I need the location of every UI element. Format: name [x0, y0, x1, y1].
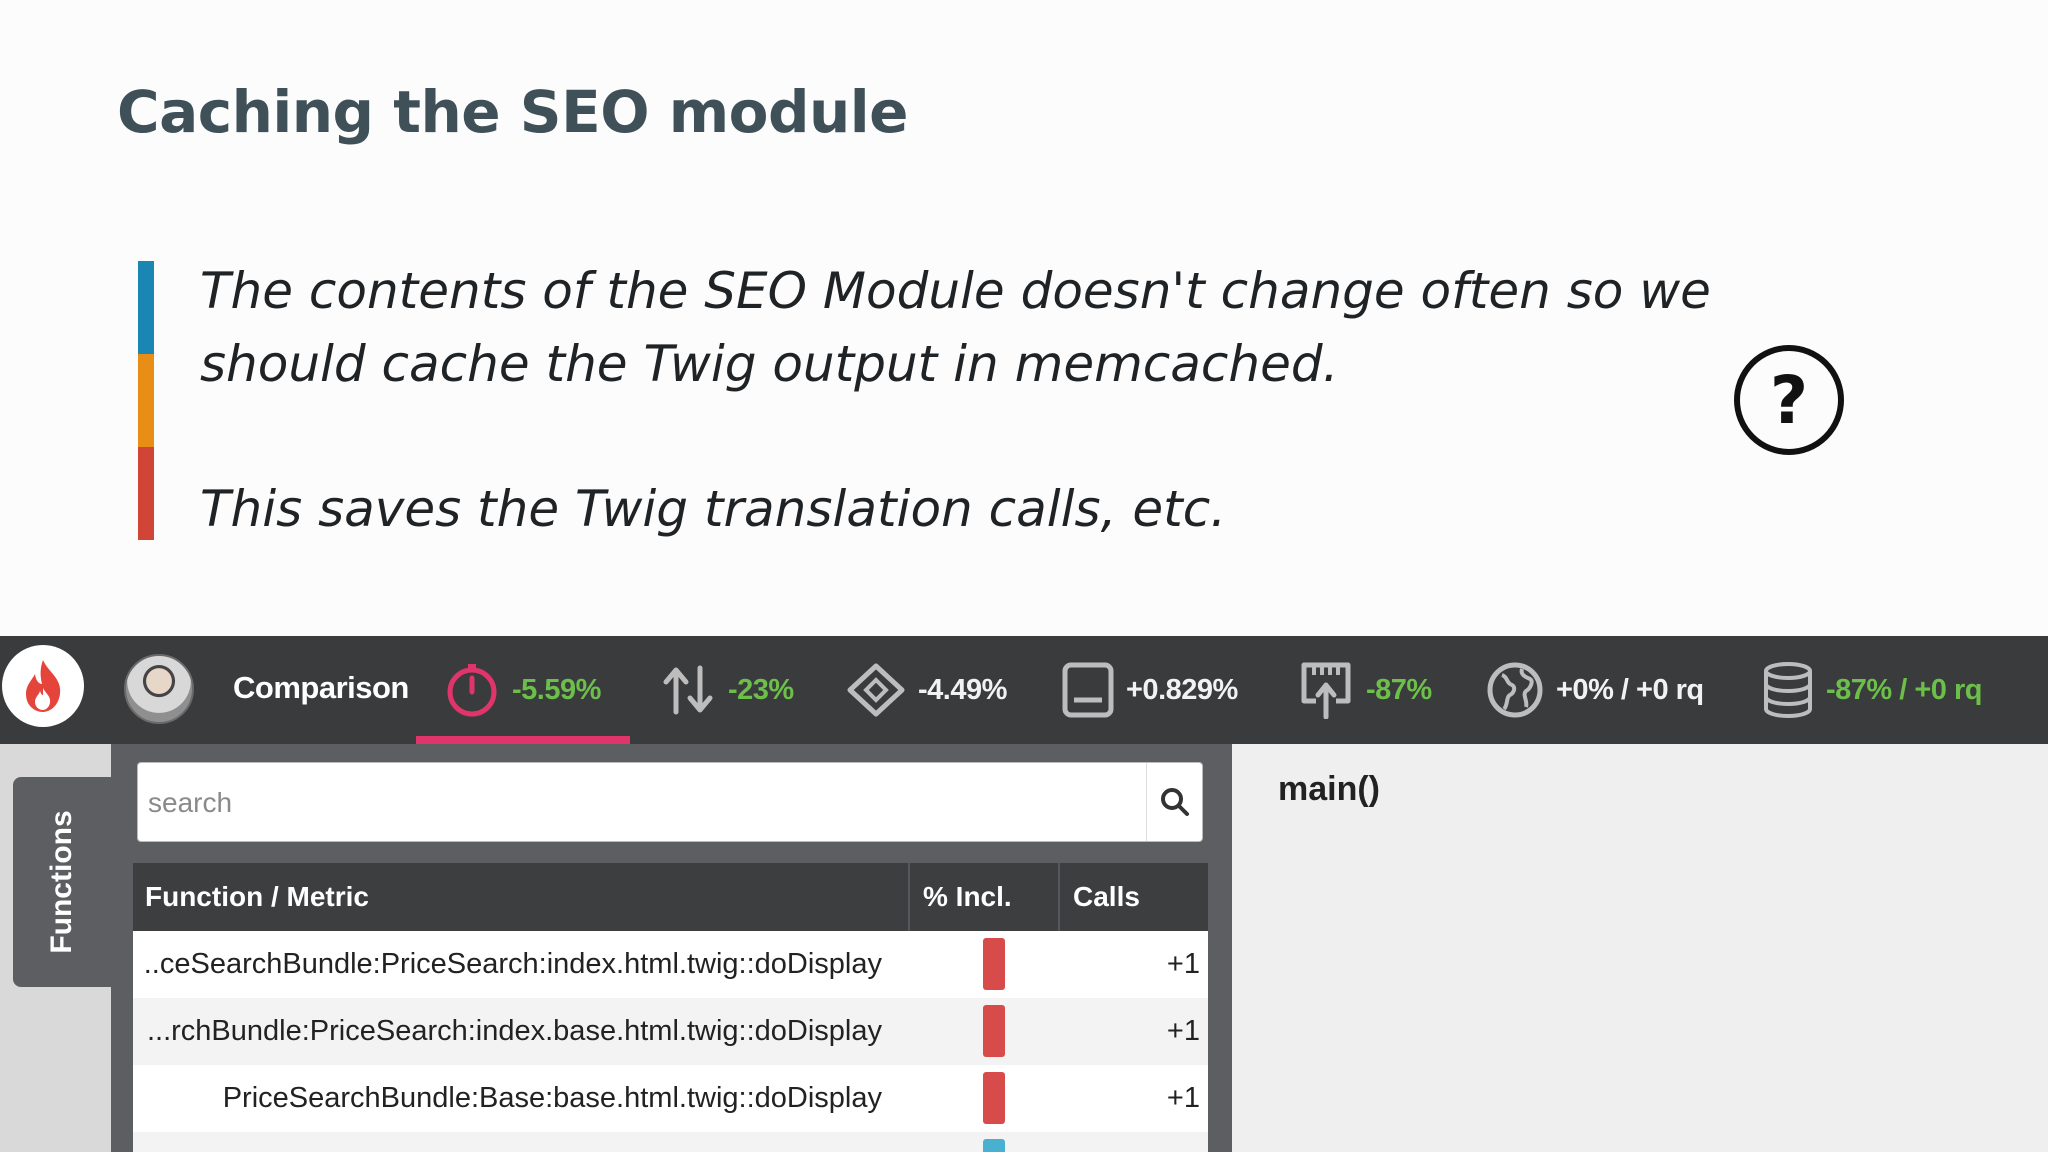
quote-bar-segment-orange — [138, 354, 154, 448]
metric-memory[interactable]: +0.829% — [1062, 656, 1238, 724]
table-row[interactable]: ...rchBundle:PriceSearch:index.base.html… — [133, 998, 1208, 1065]
metric-value: +0% / +0 rq — [1556, 673, 1704, 706]
metric-wall-time[interactable]: -5.59% — [444, 656, 601, 724]
calls-value: +1 — [1166, 1015, 1200, 1047]
calls-value: +1 — [1167, 1132, 1200, 1152]
table-row[interactable]: ..ceSearchBundle:PriceSearch:index.html.… — [133, 931, 1208, 998]
comparison-label: Comparison — [233, 670, 409, 705]
profiler-toolbar: Comparison -5.59% -23% -4.49% +0.829% -8… — [0, 636, 2048, 744]
metric-value: -23% — [728, 673, 794, 706]
search-button[interactable] — [1146, 763, 1202, 841]
quote-paragraph-1: The contents of the SEO Module doesn't c… — [200, 262, 1711, 393]
column-divider — [1058, 863, 1060, 931]
functions-table-header: Function / Metric % Incl. Calls — [133, 863, 1208, 931]
function-name: ...SearchBundle:PriceSearch:index.html.t… — [166, 1132, 882, 1152]
blackfire-logo-icon[interactable] — [2, 645, 84, 727]
quote-paragraph-2: This saves the Twig translation calls, e… — [200, 480, 1227, 538]
calls-value: +1 — [1166, 1082, 1200, 1114]
memory-icon — [1062, 662, 1114, 718]
metric-network[interactable]: -87% — [1298, 656, 1432, 724]
globe-icon — [1487, 662, 1543, 718]
quote-bar-segment-blue — [138, 261, 154, 355]
incl-bar — [983, 1005, 1005, 1057]
incl-bar — [983, 1072, 1005, 1124]
question-mark-icon[interactable]: ? — [1734, 345, 1844, 455]
stopwatch-icon — [447, 664, 497, 717]
calls-value: +1 — [1166, 948, 1200, 980]
metric-value: +0.829% — [1126, 673, 1238, 706]
database-icon — [1764, 662, 1812, 719]
active-metric-indicator — [416, 736, 630, 744]
cpu-icon — [847, 663, 905, 717]
metric-value: -87% / +0 rq — [1826, 673, 1983, 706]
incl-bar — [983, 1139, 1005, 1152]
metric-http[interactable]: +0% / +0 rq — [1486, 656, 1704, 724]
function-name: ...rchBundle:PriceSearch:index.base.html… — [146, 1015, 882, 1047]
tab-functions[interactable]: Functions — [13, 777, 111, 987]
table-row[interactable]: PriceSearchBundle:Base:base.html.twig::d… — [133, 1065, 1208, 1132]
metric-cpu[interactable]: -4.49% — [846, 656, 1007, 724]
table-row[interactable]: ...SearchBundle:PriceSearch:index.html.t… — [133, 1132, 1208, 1152]
incl-bar — [983, 938, 1005, 990]
search-input[interactable] — [148, 775, 1148, 831]
function-name: PriceSearchBundle:Base:base.html.twig::d… — [222, 1082, 882, 1114]
column-header-function[interactable]: Function / Metric — [145, 863, 369, 931]
metric-sql[interactable]: -87% / +0 rq — [1762, 656, 1983, 724]
column-header-incl[interactable]: % Incl. — [923, 863, 1012, 931]
metric-io[interactable]: -23% — [660, 656, 794, 724]
column-header-calls[interactable]: Calls — [1073, 863, 1140, 931]
quote-accent-bar — [138, 261, 154, 541]
quote-bar-segment-red — [138, 447, 154, 541]
io-arrows-icon — [663, 665, 713, 715]
search-box — [137, 762, 1203, 842]
functions-table-body: ..ceSearchBundle:PriceSearch:index.html.… — [133, 931, 1208, 1152]
function-name: ..ceSearchBundle:PriceSearch:index.html.… — [143, 948, 882, 980]
metric-value: -5.59% — [512, 673, 601, 706]
metric-value: -87% — [1366, 673, 1432, 706]
user-avatar[interactable] — [124, 654, 194, 724]
detail-function-title: main() — [1278, 770, 1380, 808]
search-icon — [1160, 788, 1189, 816]
network-icon — [1301, 662, 1351, 719]
metric-value: -4.49% — [918, 673, 1007, 706]
column-divider — [908, 863, 910, 931]
slide-title: Caching the SEO module — [117, 78, 909, 146]
tab-functions-label: Functions — [45, 810, 78, 954]
